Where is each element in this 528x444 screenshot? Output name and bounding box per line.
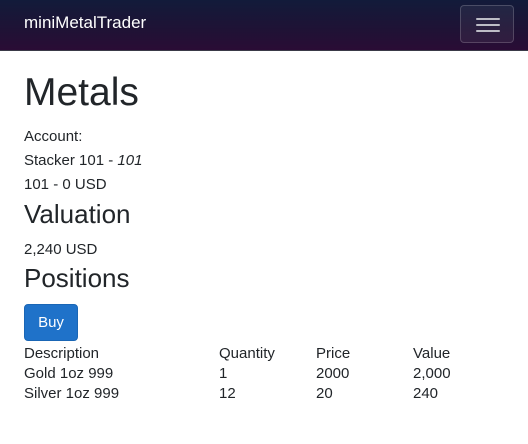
table-row: Silver 1oz 999 12 20 240 [24, 384, 493, 404]
table-row: Gold 1oz 999 1 2000 2,000 [24, 364, 493, 384]
cell-value: 2,000 [413, 365, 451, 382]
positions-heading: Positions [24, 263, 130, 293]
navbar: miniMetalTrader [0, 0, 528, 51]
cell-price: 20 [316, 385, 333, 402]
column-header-price: Price [316, 345, 351, 362]
page-title: Metals [24, 71, 139, 114]
cell-price: 2000 [316, 365, 350, 382]
cell-quantity: 12 [219, 385, 236, 402]
column-header-quantity: Quantity [219, 345, 275, 362]
buy-button[interactable]: Buy [24, 304, 78, 341]
cell-quantity: 1 [219, 365, 228, 382]
account-label: Account: [24, 128, 83, 145]
account-name: Stacker 101 [24, 152, 105, 169]
valuation-amount: 2,240 USD [24, 241, 98, 258]
positions-table: Description Quantity Price Value Gold 1o… [24, 344, 493, 404]
cell-description: Gold 1oz 999 [24, 365, 114, 382]
account-name-line: Stacker 101 - 101 [24, 151, 142, 171]
brand-link[interactable]: miniMetalTrader [24, 12, 146, 34]
account-number: 101 [117, 152, 143, 169]
account-balance: 101 - 0 USD [24, 176, 107, 193]
cell-value: 240 [413, 385, 439, 402]
account-separator: - [104, 152, 118, 169]
column-header-description: Description [24, 345, 100, 362]
cell-description: Silver 1oz 999 [24, 385, 120, 402]
valuation-heading: Valuation [24, 199, 131, 229]
column-header-value: Value [413, 345, 451, 362]
navbar-toggle-button[interactable] [460, 5, 514, 43]
table-header-row: Description Quantity Price Value [24, 344, 493, 364]
